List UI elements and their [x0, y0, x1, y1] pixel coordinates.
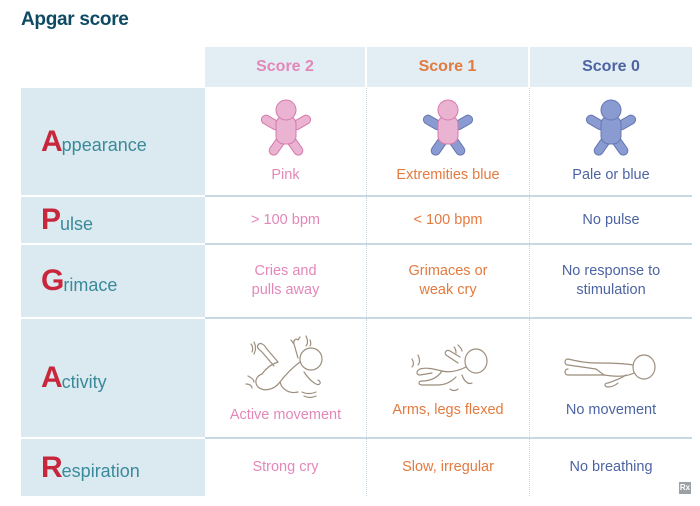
- cell-text: Strong cry: [252, 459, 319, 475]
- pink-baby-icon: [260, 99, 311, 156]
- cell-text: Pink: [271, 167, 300, 183]
- cell-score-0: No response to stimulation: [530, 245, 692, 317]
- active-infant-drawing-icon: [244, 334, 323, 398]
- cell-text: < 100 bpm: [413, 211, 483, 228]
- cell-text: No movement: [565, 401, 657, 418]
- cell-score-1: Extremities blue: [367, 88, 530, 195]
- blue-baby-icon: [585, 99, 637, 156]
- criterion-rest: ulse: [60, 213, 94, 234]
- header-score-1: Score 1: [367, 47, 528, 87]
- criterion-label: Appearance: [21, 88, 205, 195]
- cell-score-0: Pale or blue: [530, 88, 692, 195]
- cell-text-line-2: weak cry: [419, 282, 477, 298]
- cell-score-2: > 100 bpm: [205, 197, 367, 243]
- cell-score-0: No breathing: [530, 439, 692, 496]
- criterion-label: Activity: [21, 319, 205, 437]
- cell-text: Arms, legs flexed: [392, 401, 504, 418]
- cell-score-1: Arms, legs flexed: [367, 319, 530, 437]
- cell-score-1: < 100 bpm: [367, 197, 530, 243]
- cell-score-2: Cries and pulls away: [205, 245, 367, 317]
- criterion-rest: rimace: [63, 274, 118, 295]
- cell-text: Pale or blue: [572, 167, 650, 183]
- row-respiration: Respiration Strong cry Slow, irregular N…: [21, 439, 692, 496]
- cell-text-line-2: pulls away: [251, 282, 320, 298]
- cell-text: Slow, irregular: [402, 459, 494, 475]
- cell-text: > 100 bpm: [251, 211, 320, 228]
- cell-text: Active movement: [229, 406, 342, 423]
- cell-text-line-2: stimulation: [576, 282, 646, 298]
- row-pulse: Pulse > 100 bpm < 100 bpm No pulse: [21, 197, 692, 243]
- cell-score-2: Active movement: [205, 319, 367, 437]
- cell-score-0: No pulse: [530, 197, 692, 243]
- limp-infant-drawing-icon: [564, 353, 656, 388]
- cell-score-1: Slow, irregular: [367, 439, 530, 496]
- cell-score-2: Strong cry: [205, 439, 367, 496]
- criterion-rest: espiration: [61, 461, 140, 481]
- criterion-initial: P: [41, 203, 61, 236]
- cell-score-2: Pink: [205, 88, 367, 195]
- criterion-rest: ctivity: [61, 371, 107, 392]
- criterion-label: Grimace: [21, 245, 205, 317]
- criterion-initial: G: [41, 264, 64, 297]
- blue-extremities-baby-icon: [422, 99, 474, 156]
- criterion-initial: A: [41, 124, 63, 158]
- cell-score-0: No movement: [530, 319, 692, 437]
- apgar-table: Score 2 Score 1 Score 0 Appearance Pink: [21, 47, 692, 496]
- row-grimace: Grimace Cries and pulls away Grimaces or…: [21, 245, 692, 317]
- cell-text: No breathing: [569, 459, 653, 475]
- flexed-infant-drawing-icon: [411, 343, 488, 391]
- criterion-rest: ppearance: [61, 135, 147, 155]
- criterion-label: Pulse: [21, 197, 205, 243]
- row-appearance: Appearance Pink Extremities blue Pale or…: [21, 88, 692, 195]
- cell-text: No pulse: [582, 211, 640, 228]
- row-activity: Activity Active movement Arms, legs flex…: [21, 319, 692, 437]
- criterion-label: Respiration: [21, 439, 205, 496]
- rx-watermark-icon: Rx: [679, 482, 691, 494]
- cell-text-line-1: No response to: [561, 263, 661, 279]
- cell-text-line-1: Cries and: [254, 263, 317, 279]
- page-title: Apgar score: [21, 9, 129, 30]
- header-score-0: Score 0: [530, 47, 692, 87]
- criterion-initial: A: [41, 361, 63, 394]
- cell-score-1: Grimaces or weak cry: [367, 245, 530, 317]
- header-score-2: Score 2: [205, 47, 365, 87]
- criterion-initial: R: [41, 450, 63, 484]
- cell-text: Extremities blue: [396, 167, 500, 183]
- cell-text-line-1: Grimaces or: [408, 263, 488, 279]
